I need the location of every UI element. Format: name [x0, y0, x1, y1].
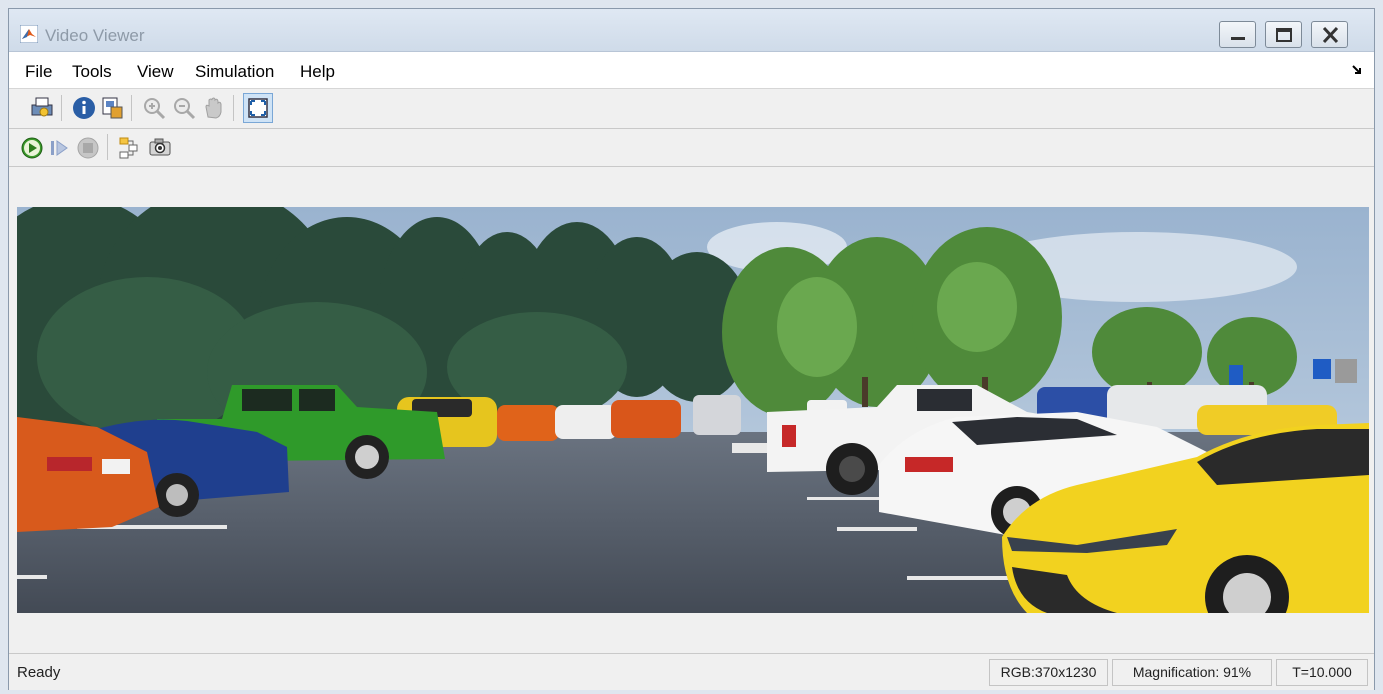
time-readout: T=10.000 [1276, 659, 1368, 686]
step-forward-button[interactable] [47, 135, 73, 161]
step-forward-icon [51, 140, 68, 156]
menu-bar: File Tools View Simulation Help [9, 52, 1374, 89]
close-icon [1322, 26, 1339, 44]
rgb-size-readout: RGB:370x1230 [989, 659, 1108, 686]
minimize-icon [1231, 37, 1245, 40]
menu-view[interactable]: View [137, 62, 174, 82]
maximize-icon [1276, 28, 1292, 42]
zoom-out-icon [174, 98, 196, 120]
highlight-block-button[interactable] [117, 135, 143, 161]
menu-file[interactable]: File [25, 62, 52, 82]
menu-help[interactable]: Help [300, 62, 335, 82]
stop-icon [77, 137, 99, 159]
zoom-in-button[interactable] [141, 95, 167, 121]
video-info-button[interactable] [99, 95, 125, 121]
status-message: Ready [17, 664, 61, 681]
print-icon [31, 97, 53, 117]
snapshot-icon [149, 138, 171, 156]
parking-lot-scene [17, 207, 1369, 613]
maximize-button[interactable] [1265, 21, 1302, 48]
zoom-out-button[interactable] [171, 95, 197, 121]
zoom-in-icon [144, 98, 166, 120]
minimize-button[interactable] [1219, 21, 1256, 48]
stop-button[interactable] [75, 135, 101, 161]
video-frame[interactable] [17, 207, 1369, 613]
run-icon [21, 137, 43, 159]
menu-simulation[interactable]: Simulation [195, 62, 274, 82]
info-icon [73, 97, 95, 119]
video-viewer-window: Video Viewer File Tools View Simulation … [8, 8, 1375, 690]
close-button[interactable] [1311, 21, 1348, 48]
video-info-icon [102, 97, 123, 119]
window-title: Video Viewer [45, 26, 145, 45]
matlab-logo-icon [20, 25, 38, 43]
undock-arrow-icon[interactable] [1352, 65, 1362, 75]
magnification-readout: Magnification: 91% [1112, 659, 1272, 686]
info-button[interactable] [71, 95, 97, 121]
fit-to-window-button[interactable] [243, 93, 273, 123]
highlight-block-icon [119, 137, 138, 159]
status-bar: Ready RGB:370x1230 Magnification: 91% T=… [9, 653, 1374, 690]
print-button[interactable] [29, 95, 55, 121]
pan-button[interactable] [201, 95, 227, 121]
pan-hand-icon [205, 97, 222, 119]
fit-to-window-icon [248, 98, 268, 118]
run-button[interactable] [19, 135, 45, 161]
toolbar-view [9, 89, 1374, 129]
menu-tools[interactable]: Tools [72, 62, 112, 82]
title-bar[interactable]: Video Viewer [9, 9, 1374, 52]
toolbar-simulation [9, 129, 1374, 167]
snapshot-button[interactable] [147, 135, 173, 161]
